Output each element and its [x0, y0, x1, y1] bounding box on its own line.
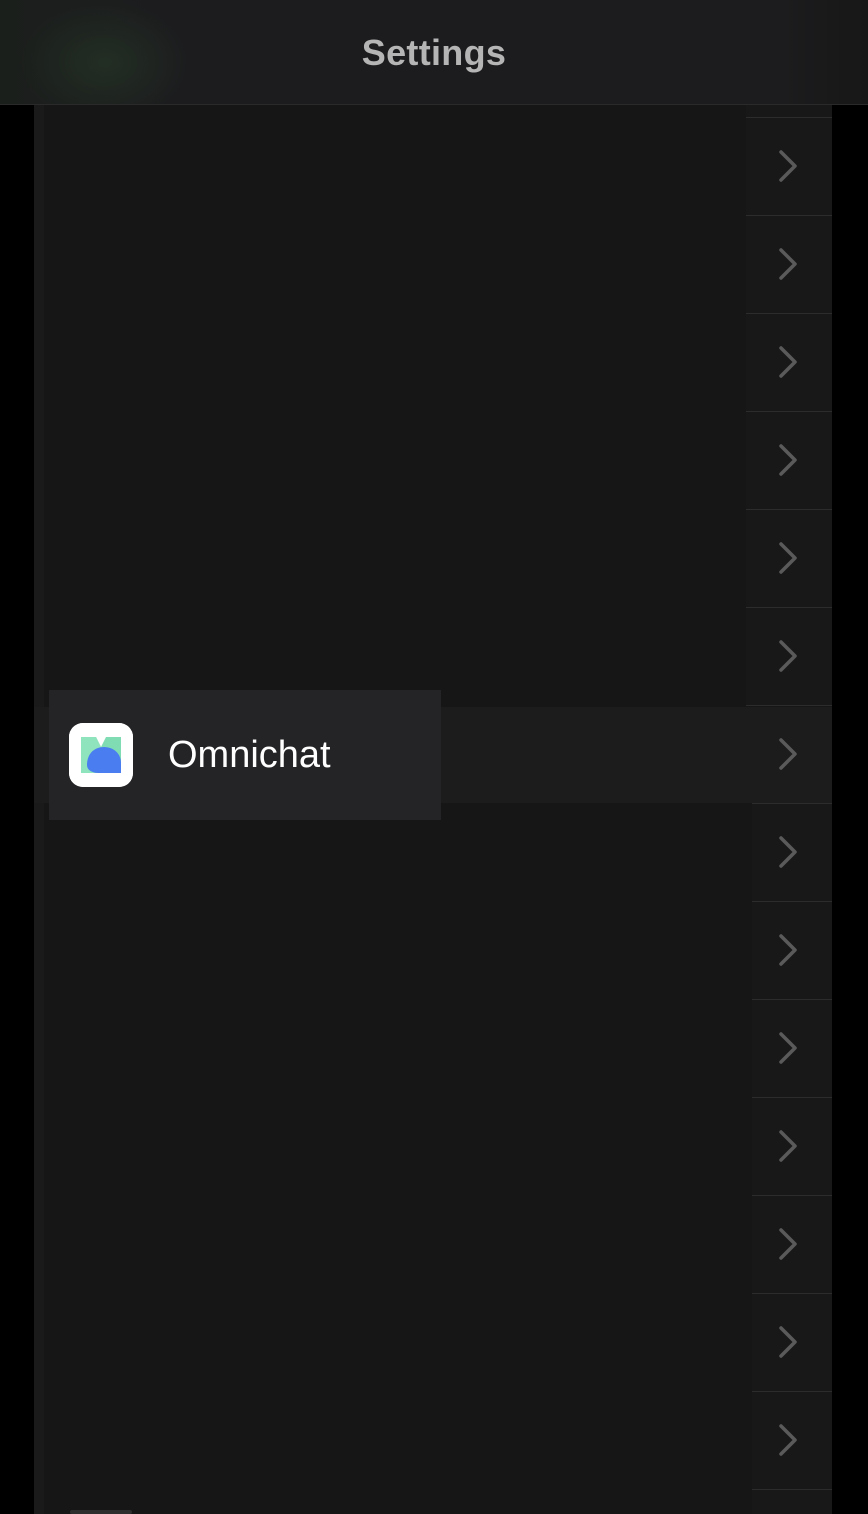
chevron-right-icon[interactable] [776, 1423, 800, 1457]
row-divider [752, 1097, 832, 1098]
chevron-right-icon[interactable] [776, 933, 800, 967]
omnichat-logo-icon [69, 723, 133, 787]
row-divider [752, 999, 832, 1000]
settings-list-right-cells-upper [746, 104, 832, 706]
next-row-icon-peek [70, 1510, 132, 1514]
row-divider [746, 705, 832, 706]
omnichat-app-icon [69, 723, 133, 787]
chevron-right-icon[interactable] [776, 1227, 800, 1261]
row-divider [746, 313, 832, 314]
chevron-right-icon[interactable] [776, 541, 800, 575]
row-divider [746, 411, 832, 412]
chevron-right-icon[interactable] [776, 345, 800, 379]
row-divider [752, 1195, 832, 1196]
chevron-right-icon[interactable] [776, 149, 800, 183]
row-divider [752, 1391, 832, 1392]
chevron-right-icon[interactable] [776, 1325, 800, 1359]
dragged-app-row[interactable]: Omnichat [49, 690, 441, 820]
omnichat-label: Omnichat [168, 734, 331, 776]
chevron-right-icon[interactable] [776, 1129, 800, 1163]
row-divider [746, 607, 832, 608]
row-divider [752, 1293, 832, 1294]
settings-screen: Settings Omnichat [0, 0, 868, 1514]
page-title: Settings [361, 32, 507, 73]
chevron-right-icon[interactable] [776, 835, 800, 869]
chevron-right-icon[interactable] [776, 247, 800, 281]
navigation-bar: Settings [0, 0, 868, 105]
row-divider [752, 803, 832, 804]
row-divider [746, 117, 832, 118]
row-divider [746, 215, 832, 216]
chevron-right-icon[interactable] [776, 1031, 800, 1065]
row-divider [746, 509, 832, 510]
chevron-right-icon[interactable] [776, 443, 800, 477]
list-left-edge [34, 104, 44, 1514]
row-divider [752, 1489, 832, 1490]
chevron-right-icon[interactable] [776, 639, 800, 673]
row-divider [752, 901, 832, 902]
chevron-right-icon[interactable] [776, 737, 800, 771]
